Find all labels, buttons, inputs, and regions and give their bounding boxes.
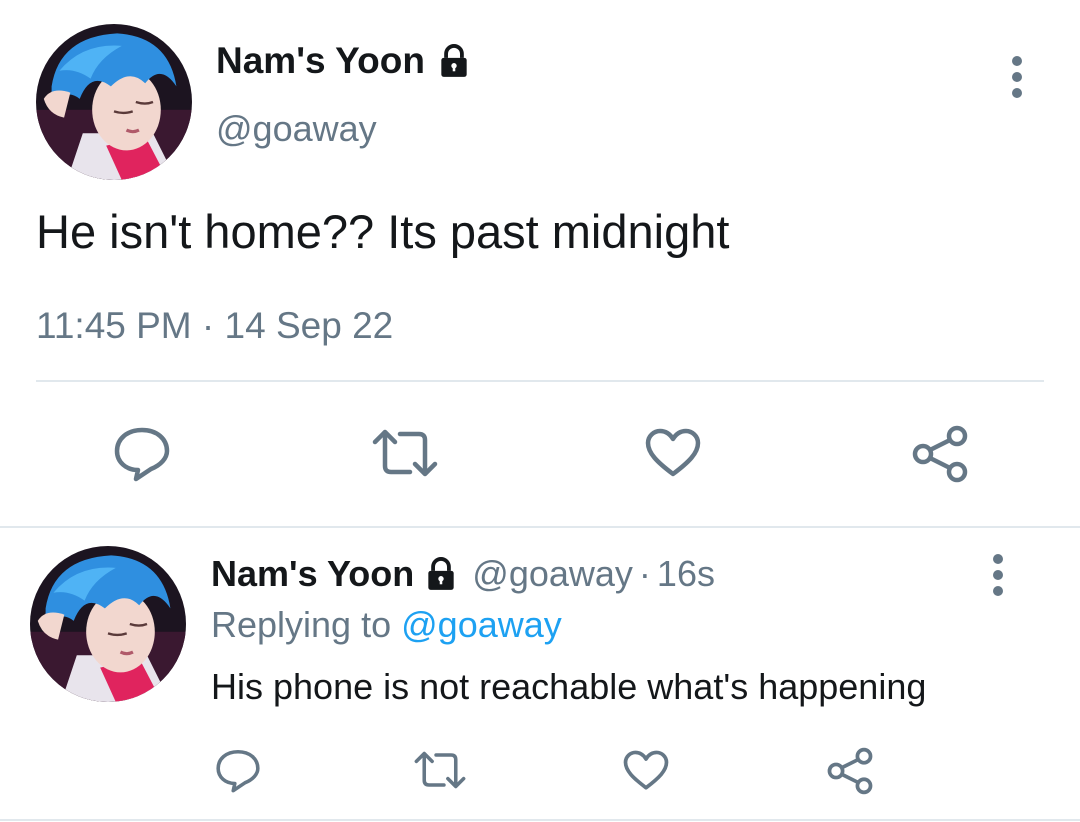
- tweet-text: He isn't home?? Its past midnight: [36, 205, 730, 258]
- replying-to-line: Replying to @goaway: [211, 604, 562, 646]
- more-vertical-icon[interactable]: [990, 550, 1006, 600]
- reply-text: His phone is not reachable what's happen…: [211, 666, 927, 707]
- replying-to-link[interactable]: @goaway: [401, 604, 562, 645]
- reply-author-handle[interactable]: @goaway: [472, 553, 633, 595]
- more-vertical-icon[interactable]: [1009, 52, 1025, 102]
- tweet-author-handle[interactable]: @goaway: [216, 108, 377, 150]
- retweet-button[interactable]: [372, 428, 438, 478]
- replying-to-prefix: Replying to: [211, 604, 392, 645]
- like-button[interactable]: [645, 428, 701, 478]
- share-button[interactable]: [827, 747, 873, 795]
- tweet-date: 14 Sep 22: [224, 305, 394, 346]
- share-button[interactable]: [912, 425, 968, 483]
- reply-icon: [114, 427, 170, 482]
- divider: [0, 819, 1080, 821]
- like-icon: [623, 750, 669, 790]
- meta-separator: ·: [638, 553, 651, 594]
- retweet-icon: [414, 751, 466, 789]
- reply-header: Nam's Yoon @goaway · 16s: [211, 553, 715, 595]
- reply-icon: [216, 749, 260, 793]
- like-button[interactable]: [623, 750, 669, 791]
- share-icon: [912, 425, 968, 483]
- retweet-icon: [372, 429, 438, 477]
- lock-icon: [422, 555, 460, 593]
- tweet-time: 11:45 PM: [36, 305, 192, 346]
- reply-author-name[interactable]: Nam's Yoon: [211, 553, 414, 595]
- share-icon: [827, 747, 873, 795]
- lock-icon: [435, 42, 473, 80]
- tweet-timestamp: 11:45 PM · 14 Sep 22: [36, 305, 393, 347]
- tweet-author-name[interactable]: Nam's Yoon: [216, 40, 473, 82]
- reply-button[interactable]: [113, 424, 171, 482]
- author-name-text: Nam's Yoon: [216, 40, 425, 81]
- like-icon: [645, 428, 701, 477]
- divider: [36, 380, 1044, 382]
- divider: [0, 526, 1080, 528]
- meta-separator: ·: [201, 305, 215, 346]
- reply-time-ago: 16s: [656, 553, 715, 594]
- author-avatar[interactable]: [30, 546, 186, 702]
- retweet-button[interactable]: [414, 750, 466, 790]
- author-avatar[interactable]: [36, 24, 192, 180]
- reply-button[interactable]: [215, 747, 261, 793]
